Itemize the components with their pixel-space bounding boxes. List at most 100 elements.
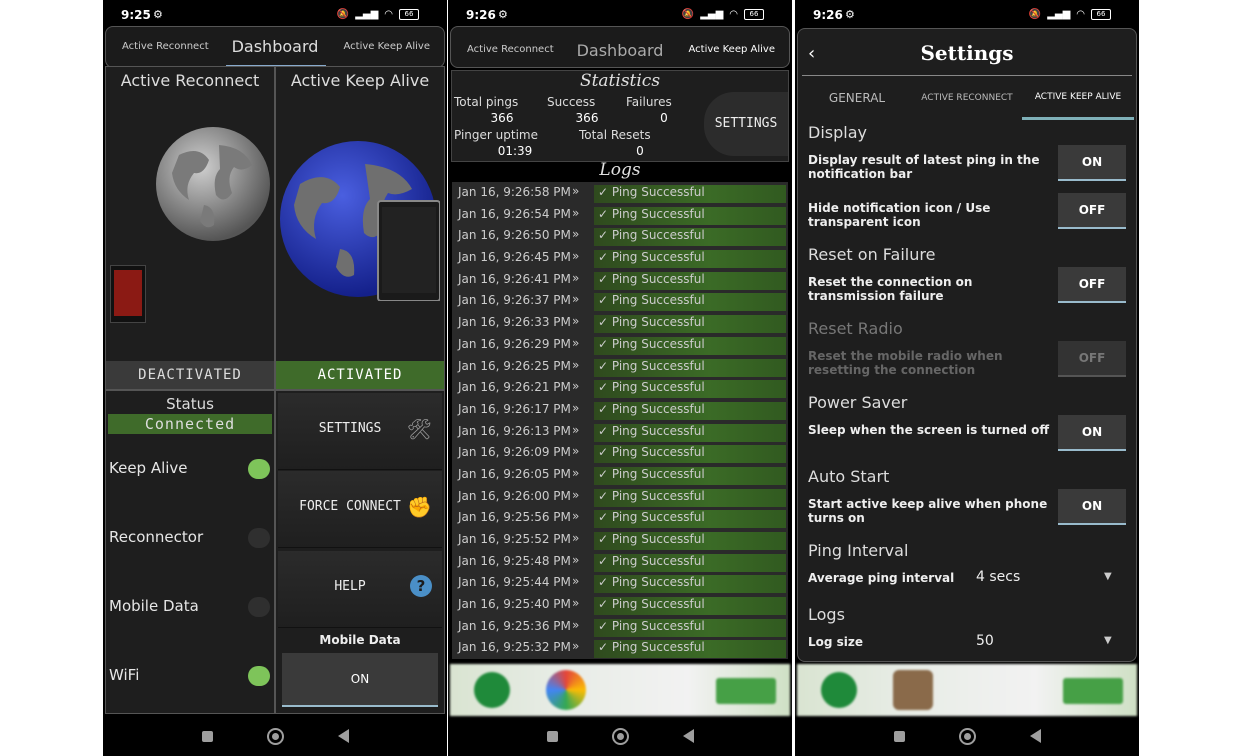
chevron-right-icon: » [572,184,580,198]
page-title: Settings [920,41,1014,65]
log-row: Jan 16, 9:26:00 PM» ✓ Ping Successful [452,485,788,508]
home-icon[interactable] [958,727,976,745]
reconnect-panel[interactable]: Active Reconnect DEACTIVATED [105,66,275,390]
advertisement-banner[interactable] [797,664,1137,716]
log-row: Jan 16, 9:26:58 PM» ✓ Ping Successful [452,182,788,204]
setting-dropdown[interactable]: 50 [976,633,994,649]
toggle-row-wifi[interactable]: WiFi [109,664,270,688]
toggle-row-keep-alive[interactable]: Keep Alive [109,457,270,481]
tab-general[interactable]: GENERAL [802,76,912,120]
log-time: Jan 16, 9:26:33 PM [458,315,571,330]
signal-icon: ▂▄▆ [700,9,724,20]
nav-bar [448,716,792,756]
back-icon[interactable] [682,729,694,743]
setting-toggle-button[interactable]: OFF [1058,193,1126,229]
tab-active-keep-alive[interactable]: Active Keep Alive [344,41,430,52]
settings-section-title: Ping Interval [808,541,909,560]
chevron-right-icon: » [572,596,580,611]
home-icon[interactable] [611,727,629,745]
status-value: Connected [108,414,272,434]
toggle-label: Keep Alive [109,459,188,477]
nav-bar [795,716,1139,756]
wifi-icon: ◠ [729,9,738,20]
settings-button-label: SETTINGS [318,421,382,436]
settings-section-title: Reset on Failure [808,245,936,264]
keepalive-title: Active Keep Alive [290,71,430,90]
setting-dropdown[interactable]: 4 secs [976,569,1020,585]
setting-toggle-button[interactable]: ON [1058,489,1126,525]
setting-label: Display result of latest ping in the not… [808,153,1040,181]
settings-section-title: Logs [808,605,845,624]
tab-active-keep-alive[interactable]: Active Keep Alive [689,44,775,55]
chevron-right-icon: » [572,270,580,285]
mobile-data-label: Mobile Data [319,633,401,647]
ad-image [893,670,933,710]
mute-icon: 🔕 [681,9,695,20]
app-notification-icon: ⚙ [498,8,508,21]
log-time: Jan 16, 9:26:21 PM [458,380,571,395]
grey-globe-icon [156,127,270,241]
back-icon[interactable] [337,729,349,743]
force-connect-button[interactable]: FORCE CONNECT ✊ [278,471,442,548]
setting-toggle-button[interactable]: OFF [1058,267,1126,303]
tab-active-reconnect[interactable]: ACTIVE RECONNECT [912,76,1022,120]
battery-icon: 66 [399,9,419,20]
log-result: ✓ Ping Successful [594,618,786,637]
recents-icon[interactable] [893,730,905,742]
log-row: Jan 16, 9:26:09 PM» ✓ Ping Successful [452,442,788,464]
reconnector-toggle[interactable] [248,528,270,548]
log-result: ✓ Ping Successful [594,445,786,464]
phone-settings: 9:26 ⚙ 🔕 ▂▄▆ ◠ 66 ‹ Settings GENERAL ACT… [795,0,1139,756]
dropdown-arrow-icon[interactable]: ▼ [1104,635,1112,646]
ad-cta-button[interactable] [1063,678,1123,704]
status-icons: 🔕 ▂▄▆ ◠ 66 [337,9,419,20]
total-pings-label: Total pings [454,95,519,109]
help-button[interactable]: HELP ? [278,551,442,628]
log-row: Jan 16, 9:25:52 PM» ✓ Ping Successful [452,529,788,551]
chevron-right-icon: » [572,552,580,567]
recents-icon[interactable] [201,730,213,742]
dropdown-arrow-icon[interactable]: ▼ [1104,571,1112,582]
recents-icon[interactable] [546,730,558,742]
setting-label: Average ping interval [808,571,955,585]
setting-label: Start active keep alive when phone turns… [808,497,1048,525]
mute-icon: 🔕 [1028,9,1042,20]
toggle-row-mobile-data[interactable]: Mobile Data [109,595,270,619]
status-bar: 9:26 ⚙ 🔕 ▂▄▆ ◠ 66 [795,0,1139,28]
log-time: Jan 16, 9:25:56 PM [458,510,571,525]
settings-button[interactable]: SETTINGS [704,92,788,156]
log-row: Jan 16, 9:26:29 PM» ✓ Ping Successful [452,333,788,356]
ad-cta-button[interactable] [716,678,776,704]
tab-active-keep-alive[interactable]: ACTIVE KEEP ALIVE [1022,76,1134,120]
log-row: Jan 16, 9:26:25 PM» ✓ Ping Successful [452,355,788,378]
log-result: ✓ Ping Successful [594,336,786,355]
chevron-right-icon: » [572,444,580,459]
log-time: Jan 16, 9:26:54 PM [458,206,571,221]
log-time: Jan 16, 9:25:32 PM [458,640,571,655]
keepalive-panel[interactable]: Active Keep Alive ACTIVATED [275,66,445,390]
log-time: Jan 16, 9:26:58 PM [458,185,571,199]
settings-button[interactable]: SETTINGS 🛠 [278,393,442,470]
log-row: Jan 16, 9:25:40 PM» ✓ Ping Successful [452,594,788,616]
home-icon[interactable] [266,727,284,745]
resets-value: 0 [636,144,644,158]
battery-icon: 66 [744,9,764,20]
logs-list[interactable]: Jan 16, 9:26:58 PM» ✓ Ping Successful Jan … [452,182,788,660]
advertisement-banner[interactable] [450,664,790,716]
toggle-row-reconnector[interactable]: Reconnector [109,526,270,550]
signal-icon: ▂▄▆ [355,9,379,20]
setting-toggle-button[interactable]: ON [1058,415,1126,451]
help-icon: ? [410,575,432,597]
setting-label: Log size [808,635,864,649]
mobile-data-on-button[interactable]: ON [282,653,438,707]
keep-alive-toggle[interactable] [248,459,270,479]
setting-toggle-button[interactable]: ON [1058,145,1126,181]
mobile-data-toggle[interactable] [248,597,270,617]
back-icon[interactable] [1029,729,1041,743]
log-result: ✓ Ping Successful [594,423,786,442]
chevron-right-icon: » [572,639,580,654]
success-value: 366 [575,111,599,125]
log-row: Jan 16, 9:26:45 PM» ✓ Ping Successful [452,247,788,269]
log-result: ✓ Ping Successful [594,532,786,550]
wifi-toggle[interactable] [248,666,270,686]
